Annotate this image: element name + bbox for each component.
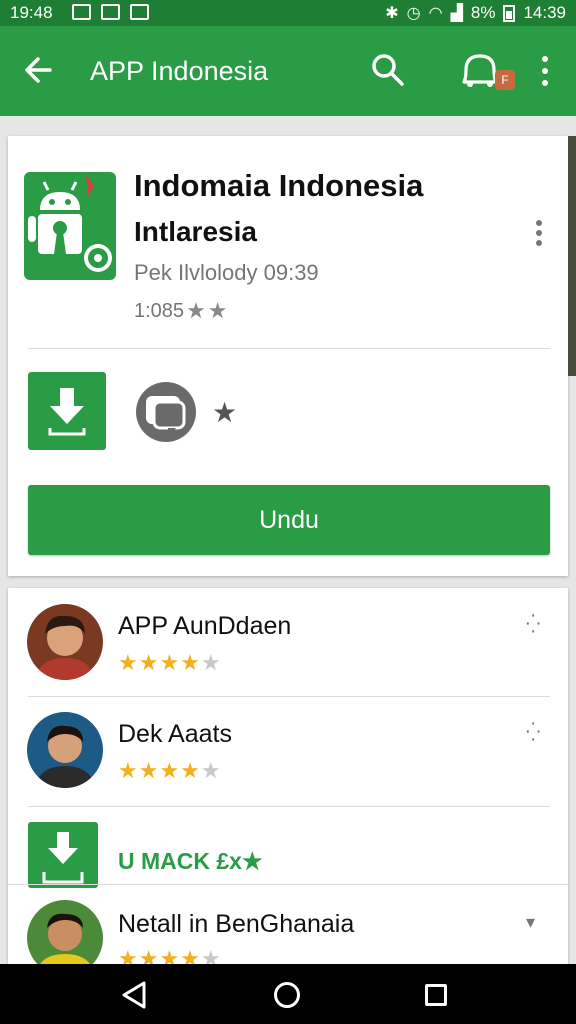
rating-stars: ★★★★★ [118, 758, 222, 783]
divider [8, 884, 568, 885]
navigation-bar [0, 964, 576, 1024]
system-icons: ✱ ◷ ◠ ▟ 8% 14:39 [385, 3, 566, 23]
divider [28, 696, 550, 697]
app-developer[interactable]: Intlaresia [134, 216, 257, 248]
mail-notification-icon [72, 4, 91, 20]
download-icon[interactable] [28, 372, 106, 450]
avatar [27, 900, 103, 968]
card-more-vert-icon[interactable] [532, 218, 546, 248]
battery-icon [503, 4, 516, 22]
battery-percent: 8% [470, 3, 496, 22]
nav-home-icon[interactable] [274, 982, 300, 1008]
chevron-down-icon[interactable]: ▾ [526, 912, 535, 933]
divider [28, 348, 550, 349]
rating-count: 1:085 [134, 299, 185, 322]
review-list: APP AunDdaen ★★★★★ ⁛ Dek Aaats ★★★★★ ⁛ U… [8, 588, 568, 968]
more-vert-icon[interactable] [533, 54, 557, 88]
notification-icons [72, 4, 149, 20]
app-rating: 1:085 ★ ★ [134, 298, 228, 324]
background-strip [568, 136, 576, 376]
install-button[interactable]: Undu [28, 485, 550, 555]
divider [28, 806, 550, 807]
rating-stars: ★★★★★ [118, 650, 222, 675]
status-time: 19:48 [10, 3, 53, 22]
back-arrow-icon[interactable] [20, 48, 60, 92]
star-icon: ★ [207, 298, 228, 323]
app-bar: APP Indonesia F [0, 26, 576, 116]
nav-recents-icon[interactable] [425, 984, 447, 1006]
alarm-icon: ◷ [406, 5, 421, 22]
nav-back-icon[interactable] [120, 980, 148, 1010]
bluetooth-icon: ✱ [385, 5, 399, 22]
reviewer-name: APP AunDdaen [118, 612, 292, 640]
search-icon[interactable] [368, 50, 408, 90]
reviewer-name: Dek Aaats [118, 720, 232, 748]
star-icon: ★ [186, 298, 206, 323]
app-meta: Pek Ilvlolody 09:39 [134, 260, 319, 285]
reviewer-name: Netall in BenGhanaia [118, 910, 355, 938]
app-name: Indomaia Indonesia [134, 168, 424, 203]
app-details-card: Indomaia Indonesia Intlaresia Pek Ilvlol… [8, 136, 568, 576]
avatar [27, 712, 103, 788]
wifi-icon: ◠ [428, 5, 443, 22]
signal-icon: ▟ [450, 5, 463, 22]
status-time-right: 14:39 [523, 3, 566, 22]
star-icon[interactable]: ★ [212, 396, 237, 429]
status-bar: 19:48 ✱ ◷ ◠ ▟ 8% 14:39 [0, 0, 576, 26]
download-icon [28, 822, 98, 888]
item-menu-icon[interactable]: ⁛ [526, 722, 540, 743]
avatar [27, 604, 103, 680]
notification-badge: F [495, 70, 515, 90]
message-notification-icon [130, 4, 149, 20]
page-title: APP Indonesia [90, 56, 269, 86]
chat-bubble-icon[interactable] [134, 380, 200, 446]
item-menu-icon[interactable]: ⁛ [526, 614, 540, 635]
android-app-icon[interactable] [24, 172, 116, 280]
news-notification-icon [101, 4, 120, 20]
promo-label: U MACK £x★ [118, 848, 263, 874]
